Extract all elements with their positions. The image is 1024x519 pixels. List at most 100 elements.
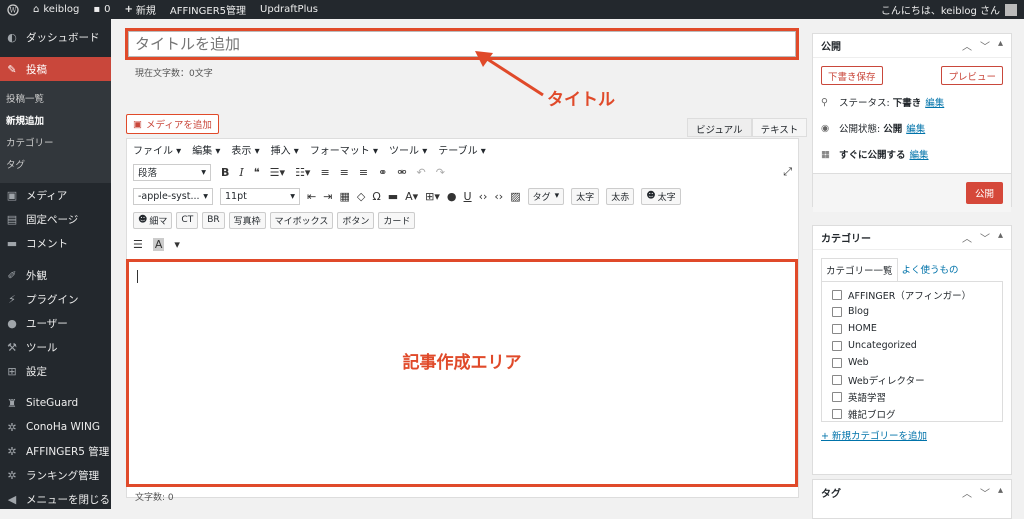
sidebar-item-tools[interactable]: ⚒ ツール	[0, 335, 111, 359]
caret-up-icon[interactable]: ▴	[998, 230, 1003, 245]
title-input[interactable]	[128, 31, 796, 57]
menu-tools[interactable]: ツール ▾	[389, 142, 427, 157]
menu-edit[interactable]: 編集 ▾	[192, 142, 220, 157]
bold-face-button[interactable]: ☻ 太字	[641, 187, 681, 205]
indent-icon[interactable]: ⇤	[307, 190, 316, 203]
code-icon[interactable]: ‹›	[479, 190, 488, 203]
submenu-categories[interactable]: カテゴリー	[0, 131, 111, 153]
redo-icon[interactable]: ↷	[436, 166, 445, 179]
mybox-button[interactable]: マイボックス	[269, 211, 334, 229]
chevron-down-icon[interactable]: ﹀	[980, 230, 990, 245]
add-media-button[interactable]: ▣ メディアを追加	[126, 114, 219, 134]
photo-frame-button[interactable]: 写真枠	[228, 211, 266, 229]
sidebar-item-pages[interactable]: ▤ 固定ページ	[0, 207, 111, 231]
sidebar-item-settings[interactable]: ⊞ 設定	[0, 359, 111, 383]
menu-table[interactable]: テーブル ▾	[438, 142, 486, 157]
sidebar-item-ranking[interactable]: ✲ ランキング管理	[0, 463, 111, 487]
thin-marker-button[interactable]: ☻ 細マ	[133, 211, 173, 229]
checkbox[interactable]	[832, 289, 842, 300]
chevron-down-icon[interactable]: ﹀	[980, 485, 990, 500]
tab-popular-categories[interactable]: よく使うもの	[898, 258, 963, 281]
comments-link[interactable]: ▪ 0	[86, 0, 117, 19]
sidebar-item-affinger[interactable]: ✲ AFFINGER5 管理	[0, 439, 111, 463]
checkbox[interactable]	[832, 391, 842, 402]
tab-all-categories[interactable]: カテゴリー一覧	[821, 258, 898, 281]
caret-up-icon[interactable]: ▴	[998, 38, 1003, 53]
submenu-tags[interactable]: タグ	[0, 153, 111, 175]
hr-icon[interactable]: ▬	[388, 190, 398, 203]
account-menu[interactable]: こんにちは、keiblog さん	[874, 0, 1024, 19]
bold-red-button[interactable]: 太赤	[606, 187, 635, 205]
background-color-icon[interactable]: A	[152, 237, 165, 251]
submenu-add-new[interactable]: 新規追加	[0, 109, 111, 131]
tab-text[interactable]: テキスト	[751, 118, 808, 137]
updraft-link[interactable]: UpdraftPlus	[253, 0, 325, 19]
list-item[interactable]: Webディレクター	[832, 371, 992, 388]
submenu-all-posts[interactable]: 投稿一覧	[0, 87, 111, 109]
underline-icon[interactable]: U	[464, 190, 472, 203]
save-draft-button[interactable]: 下書き保存	[821, 66, 883, 85]
quote-icon[interactable]: ❝	[254, 166, 260, 179]
content-editor-area[interactable]: 記事作成エリア	[126, 259, 798, 487]
chevron-up-icon[interactable]: ︿	[962, 38, 972, 53]
sidebar-item-appearance[interactable]: ✐ 外観	[0, 263, 111, 287]
status-edit-link[interactable]: 編集	[925, 95, 944, 109]
list-item[interactable]: 雑記ブログ	[832, 405, 992, 422]
sidebar-item-dashboard[interactable]: ◐ ダッシュボード	[0, 25, 111, 49]
menu-format[interactable]: フォーマット ▾	[310, 142, 378, 157]
link-icon[interactable]: ⚭	[378, 166, 387, 179]
justify-icon[interactable]: ☰	[133, 238, 143, 251]
preview-button[interactable]: プレビュー	[941, 66, 1003, 85]
sidebar-item-posts[interactable]: ✎ 投稿	[0, 57, 111, 81]
publish-button[interactable]: 公開	[965, 182, 1003, 204]
help-icon[interactable]: ●	[447, 190, 457, 203]
checkbox[interactable]	[832, 340, 842, 351]
menu-file[interactable]: ファイル ▾	[133, 142, 181, 157]
italic-icon[interactable]: I	[239, 166, 243, 179]
fullscreen-icon[interactable]: ⤢	[783, 165, 792, 179]
list-item[interactable]: Uncategorized	[832, 337, 992, 354]
list-item[interactable]: 英語学習	[832, 388, 992, 405]
text-color-icon[interactable]: A▾	[405, 190, 418, 203]
checkbox[interactable]	[832, 374, 842, 385]
chevron-down-icon[interactable]: ﹀	[980, 38, 990, 53]
sidebar-item-plugins[interactable]: ⚡ プラグイン	[0, 287, 111, 311]
checkbox[interactable]	[832, 306, 842, 317]
menu-insert[interactable]: 挿入 ▾	[271, 142, 299, 157]
new-content-link[interactable]: + 新規	[117, 0, 162, 19]
br-button[interactable]: BR	[202, 211, 225, 229]
sidebar-item-media[interactable]: ▣ メディア	[0, 183, 111, 207]
omega-icon[interactable]: Ω	[372, 190, 380, 203]
align-center-icon[interactable]: ≡	[340, 166, 349, 179]
center-button[interactable]: CT	[176, 211, 199, 229]
clear-format-icon[interactable]: ◇	[357, 190, 365, 203]
button-button[interactable]: ボタン	[337, 211, 375, 229]
chevron-up-icon[interactable]: ︿	[962, 485, 972, 500]
visibility-edit-link[interactable]: 編集	[906, 121, 925, 135]
card-button[interactable]: カード	[378, 211, 416, 229]
paste-text-icon[interactable]: ▦	[339, 190, 349, 203]
bullet-list-icon[interactable]: ☰▾	[270, 166, 285, 179]
sidebar-item-siteguard[interactable]: ♜ SiteGuard	[0, 391, 111, 415]
font-family-select[interactable]: -apple-syst... ▾	[133, 187, 213, 205]
list-item[interactable]: Blog	[832, 303, 992, 320]
list-item[interactable]: Web	[832, 354, 992, 371]
sidebar-item-conoha[interactable]: ✲ ConoHa WING	[0, 415, 111, 439]
html-icon[interactable]: ‹›	[494, 190, 503, 203]
chevron-up-icon[interactable]: ︿	[962, 230, 972, 245]
add-category-link[interactable]: + 新規カテゴリーを追加	[813, 422, 1011, 448]
undo-icon[interactable]: ↶	[417, 166, 426, 179]
tab-visual[interactable]: ビジュアル	[687, 118, 752, 137]
list-item[interactable]: AFFINGER（アフィンガー）	[832, 286, 992, 303]
outdent-icon[interactable]: ⇥	[323, 190, 332, 203]
format-select[interactable]: 段落 ▾	[133, 163, 211, 181]
wordpress-logo-icon[interactable]: W	[0, 0, 26, 19]
bold-icon[interactable]: B	[221, 166, 229, 179]
menu-view[interactable]: 表示 ▾	[231, 142, 259, 157]
list-item[interactable]: HOME	[832, 320, 992, 337]
sidebar-item-users[interactable]: ● ユーザー	[0, 311, 111, 335]
image-icon[interactable]: ▨	[510, 190, 520, 203]
checkbox[interactable]	[832, 323, 842, 334]
numbered-list-icon[interactable]: ☷▾	[295, 166, 310, 179]
affinger-admin-link[interactable]: AFFINGER5管理	[163, 0, 253, 19]
